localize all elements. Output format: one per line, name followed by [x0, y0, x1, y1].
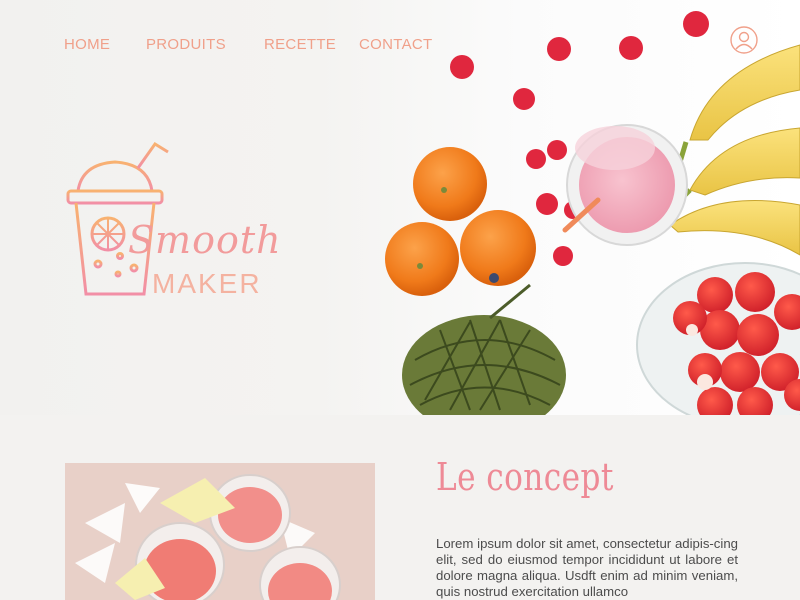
smoothie-glasses-image: [65, 463, 375, 600]
main-nav: HOME PRODUITS RECETTE CONTACT: [0, 36, 800, 60]
nav-contact-link[interactable]: CONTACT: [359, 36, 432, 53]
nav-produits-link[interactable]: PRODUITS: [146, 36, 226, 53]
nav-recette-link[interactable]: RECETTE: [264, 36, 336, 53]
user-icon[interactable]: [730, 26, 758, 54]
logo-wordmark-maker: MAKER: [152, 268, 262, 299]
hero-fruit-photo: [385, 11, 800, 415]
hero-banner: HOME PRODUITS RECETTE CONTACT Smooth MAK…: [0, 0, 800, 415]
concept-title: Le concept: [436, 455, 614, 499]
logo-wordmark-smooth: Smooth: [128, 218, 282, 262]
concept-paragraph: Lorem ipsum dolor sit amet, consectetur …: [436, 536, 738, 599]
nav-home-link[interactable]: HOME: [64, 36, 110, 53]
